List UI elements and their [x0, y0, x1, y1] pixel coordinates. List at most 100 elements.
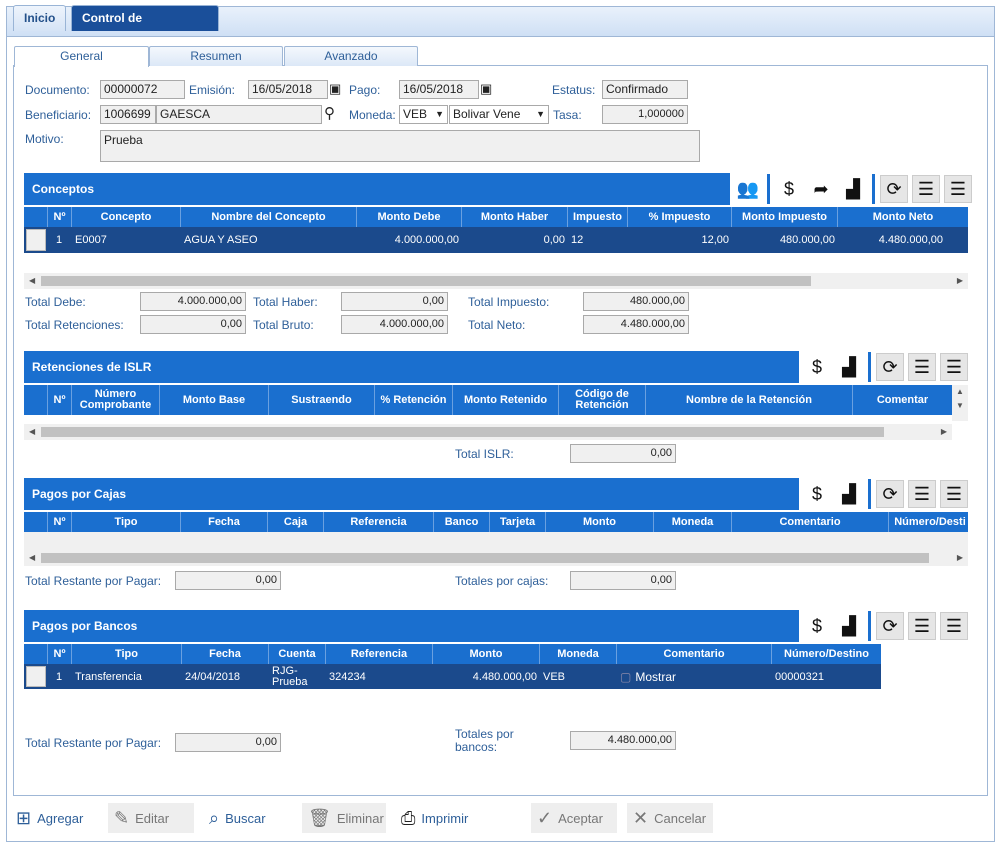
col-header: Sustraendo [269, 385, 375, 415]
scroll-thumb[interactable] [41, 276, 811, 286]
printer-icon: ⎙ [401, 807, 416, 828]
refresh-icon[interactable]: ⟳ [880, 175, 908, 203]
puzzle-icon[interactable]: ▟ [839, 175, 867, 203]
cancelar-button[interactable]: ✕ Cancelar [627, 803, 713, 833]
pago-field[interactable]: 16/05/2018 [399, 80, 479, 99]
row-checkbox[interactable] [26, 229, 46, 251]
islr-vscrollbar[interactable]: ▲ ▼ [952, 385, 968, 421]
cell: 324234 [329, 670, 366, 683]
col-header: Caja [268, 512, 324, 532]
trash-icon: 🗑 [308, 807, 331, 828]
database-icon[interactable]: ☰ [908, 612, 936, 640]
col-header: Cuenta [269, 644, 326, 664]
refresh-icon[interactable]: ⟳ [876, 480, 904, 508]
agregar-button[interactable]: ⊞ Agregar [10, 803, 89, 833]
buscar-label: Buscar [225, 810, 266, 826]
tasa-field[interactable]: 1,000000 [602, 105, 688, 124]
table-row[interactable]: 1 Transferencia 24/04/2018 RJG-Prueba 32… [24, 664, 881, 689]
calendar-icon[interactable]: ▣ [329, 81, 341, 97]
share-arrow-icon[interactable]: ➦ [807, 175, 835, 203]
beneficiario-name-field[interactable]: GAESCA [156, 105, 322, 124]
cajas-table-header: Nº Tipo Fecha Caja Referencia Banco Tarj… [24, 512, 968, 532]
bancos-restante-label: Total Restante por Pagar: [25, 736, 162, 750]
cell: 1 [55, 234, 63, 246]
col-header: Impuesto [568, 207, 628, 227]
database-icon[interactable]: ☰ [908, 353, 936, 381]
add-document-icon: ⊞ [16, 807, 32, 828]
puzzle-icon[interactable]: ▟ [835, 480, 863, 508]
database-icon[interactable]: ☰ [912, 175, 940, 203]
calendar-icon[interactable]: ▣ [480, 81, 492, 97]
col-header: Código de Retención [559, 385, 646, 415]
cajas-restante-field: 0,00 [175, 571, 281, 590]
beneficiario-code-field[interactable]: 1006699 [100, 105, 156, 124]
conceptos-table-header: Nº Concepto Nombre del Concepto Monto De… [24, 207, 968, 227]
scroll-right-icon[interactable]: ▶ [957, 550, 963, 566]
scroll-up-icon[interactable]: ▲ [956, 387, 964, 396]
scroll-right-icon[interactable]: ▶ [941, 424, 947, 440]
scroll-left-icon[interactable]: ◀ [29, 273, 35, 289]
col-select [24, 385, 48, 415]
total-debe-label: Total Debe: [25, 295, 86, 309]
toolbar-separator [872, 174, 875, 204]
tab-resumen[interactable]: Resumen [149, 46, 283, 66]
row-checkbox[interactable] [26, 666, 46, 687]
puzzle-icon[interactable]: ▟ [835, 612, 863, 640]
mostrar-label: Mostrar [635, 669, 677, 684]
scroll-right-icon[interactable]: ▶ [957, 273, 963, 289]
refresh-icon[interactable]: ⟳ [876, 612, 904, 640]
dollar-icon[interactable]: $ [803, 480, 831, 508]
dollar-icon[interactable]: $ [803, 353, 831, 381]
editar-button[interactable]: ✎ Editar [108, 803, 194, 833]
tab-avanzado[interactable]: Avanzado [284, 46, 418, 66]
col-header: % Retención [375, 385, 453, 415]
scroll-left-icon[interactable]: ◀ [29, 424, 35, 440]
tab-control-egresos[interactable]: Control de Egresos × [71, 5, 219, 50]
database-icon[interactable]: ☰ [940, 353, 968, 381]
tab-inicio[interactable]: Inicio [13, 5, 67, 31]
col-header: Referencia [326, 644, 433, 664]
database-icon[interactable]: ☰ [944, 175, 972, 203]
moneda-name-select[interactable]: Bolivar Vene ▼ [449, 105, 549, 124]
scroll-thumb[interactable] [41, 553, 929, 563]
users-icon[interactable]: 👥 [734, 175, 762, 203]
database-icon[interactable]: ☰ [940, 612, 968, 640]
editar-label: Editar [135, 810, 170, 826]
scroll-down-icon[interactable]: ▼ [956, 401, 964, 410]
table-row[interactable]: 1 E0007 AGUA Y ASEO 4.000.000,00 0,00 12… [24, 227, 968, 253]
aceptar-button[interactable]: ✓ Aceptar [531, 803, 617, 833]
puzzle-icon[interactable]: ▟ [835, 353, 863, 381]
cell: VEB [543, 670, 566, 683]
pago-label: Pago: [349, 83, 381, 97]
tab-general[interactable]: General [14, 46, 149, 67]
search-icon[interactable]: ⚲ [324, 104, 335, 122]
moneda-label: Moneda: [349, 108, 396, 122]
col-header: Nº [48, 512, 72, 532]
scroll-left-icon[interactable]: ◀ [29, 550, 35, 566]
eliminar-button[interactable]: 🗑 Eliminar [302, 803, 386, 833]
col-header: Tarjeta [490, 512, 546, 532]
dollar-icon[interactable]: $ [775, 175, 803, 203]
emision-field[interactable]: 16/05/2018 [248, 80, 328, 99]
database-icon[interactable]: ☰ [940, 480, 968, 508]
total-retenciones-label: Total Retenciones: [25, 318, 124, 332]
buscar-button[interactable]: ⌕ Buscar [203, 803, 272, 833]
cajas-scrollbar[interactable]: ◀ ▶ [24, 550, 968, 566]
moneda-code-select[interactable]: VEB ▼ [399, 105, 448, 124]
moneda-name-value: Bolivar Vene [453, 107, 521, 121]
mostrar-comment-button[interactable]: ▢ Mostrar [617, 664, 772, 689]
islr-header: Retenciones de ISLR [24, 351, 799, 383]
total-islr-label: Total ISLR: [455, 447, 514, 461]
dollar-icon[interactable]: $ [803, 612, 831, 640]
database-icon[interactable]: ☰ [908, 480, 936, 508]
islr-scrollbar[interactable]: ◀ ▶ [24, 424, 952, 440]
refresh-icon[interactable]: ⟳ [876, 353, 904, 381]
chevron-down-icon: ▼ [435, 109, 444, 119]
imprimir-button[interactable]: ⎙ Imprimir [395, 803, 474, 833]
scroll-thumb[interactable] [41, 427, 884, 437]
documento-field[interactable]: 00000072 [100, 80, 185, 99]
conceptos-scrollbar[interactable]: ◀ ▶ [24, 273, 968, 289]
motivo-textarea[interactable]: Prueba [100, 130, 700, 162]
col-header: Fecha [182, 644, 269, 664]
col-header: Banco [434, 512, 490, 532]
